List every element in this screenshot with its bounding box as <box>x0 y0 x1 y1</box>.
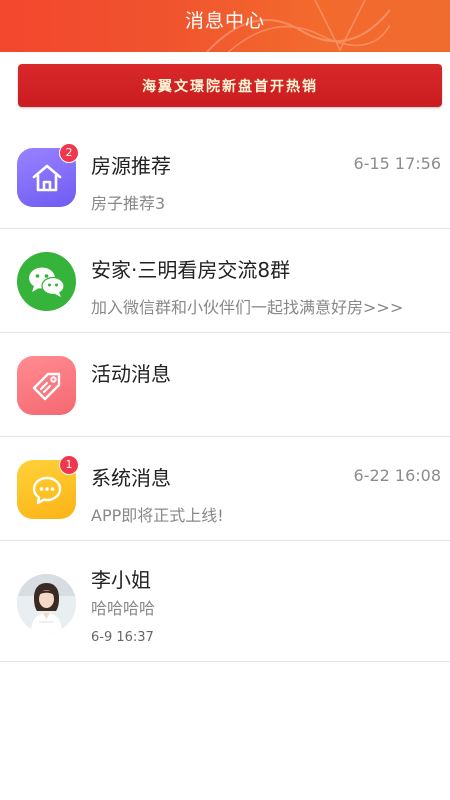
promo-banner-text: 海翼文璟院新盘首开热销 <box>142 78 318 95</box>
tag-icon <box>17 356 76 415</box>
message-time: 6-22 16:08 <box>353 466 441 485</box>
contact-name: 李小姐 <box>91 568 151 592</box>
message-item-system[interactable]: 1 系统消息 APP即将正式上线! 6-22 16:08 <box>0 437 450 541</box>
message-title: 安家·三明看房交流8群 <box>91 258 291 282</box>
unread-badge: 2 <box>59 143 79 163</box>
message-preview: 房子推荐3 <box>91 194 166 213</box>
message-preview: APP即将正式上线! <box>91 506 224 525</box>
app-header: 消息中心 <box>0 0 450 52</box>
message-title: 系统消息 <box>91 466 171 490</box>
wechat-icon <box>17 252 76 311</box>
message-item-activity[interactable]: 活动消息 <box>0 333 450 437</box>
message-item-listing-recommend[interactable]: 2 房源推荐 房子推荐3 6-15 17:56 <box>0 125 450 229</box>
message-title: 活动消息 <box>91 362 171 386</box>
promo-banner[interactable]: 海翼文璟院新盘首开热销 <box>18 64 442 107</box>
message-preview: 哈哈哈哈 <box>91 599 156 618</box>
message-time: 6-9 16:37 <box>91 630 154 645</box>
message-item-wechat-group[interactable]: 安家·三明看房交流8群 加入微信群和小伙伴们一起找满意好房>>> <box>0 229 450 333</box>
message-title: 房源推荐 <box>91 154 171 178</box>
page-title: 消息中心 <box>184 10 265 32</box>
avatar <box>17 574 76 633</box>
message-preview: 加入微信群和小伙伴们一起找满意好房>>> <box>91 298 404 317</box>
message-time: 6-15 17:56 <box>353 154 441 173</box>
unread-badge: 1 <box>59 455 79 475</box>
message-item-chat-contact[interactable]: 李小姐 哈哈哈哈 6-9 16:37 <box>0 541 450 662</box>
message-list: 2 房源推荐 房子推荐3 6-15 17:56 安家·三明看房交流8群 加入微信… <box>0 125 450 662</box>
